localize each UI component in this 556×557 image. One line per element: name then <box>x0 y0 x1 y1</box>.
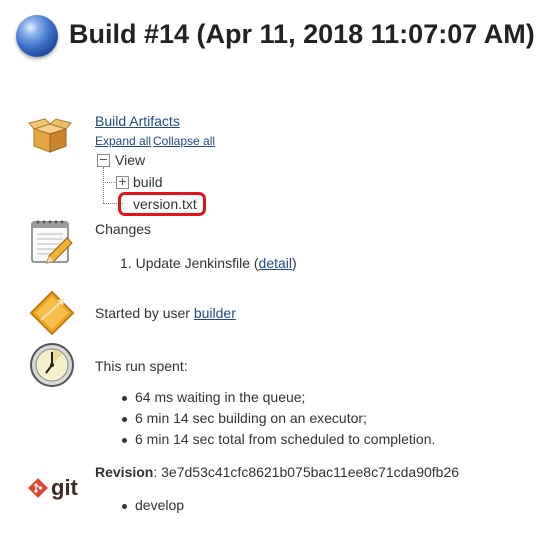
build-artifacts-link[interactable]: Build Artifacts <box>95 113 180 129</box>
tree-line <box>103 167 105 203</box>
collapse-all-link[interactable]: Collapse all <box>153 134 215 148</box>
git-logo-icon: git <box>28 477 78 499</box>
change-item-number: 1. <box>120 255 132 271</box>
expand-all-link[interactable]: Expand all <box>95 134 151 148</box>
revision-label: Revision <box>95 464 154 480</box>
changes-heading: Changes <box>95 221 152 237</box>
clock-icon <box>29 342 75 388</box>
branch-item: develop <box>121 495 184 516</box>
change-item-close: ) <box>292 255 297 271</box>
change-item: 1. Update Jenkinsfile (detail) <box>120 255 297 271</box>
collapse-toggle-icon[interactable]: − <box>97 154 110 167</box>
branch-list: develop <box>121 495 184 516</box>
tree-line <box>103 182 116 183</box>
tree-node-build[interactable]: build <box>133 174 163 190</box>
change-item-text: Update Jenkinsfile ( <box>135 255 259 271</box>
tree-node-view[interactable]: View <box>115 152 145 168</box>
highlight-annotation <box>118 192 206 216</box>
started-by-text: Started by user <box>95 305 194 321</box>
builder-user-link[interactable]: builder <box>194 305 236 321</box>
change-detail-link[interactable]: detail <box>259 255 292 271</box>
revision-line: Revision: 3e7d53c41cfc8621b075bac11ee8c7… <box>95 464 459 480</box>
timing-item-executor: 6 min 14 sec building on an executor; <box>121 408 435 429</box>
timing-list: 64 ms waiting in the queue; 6 min 14 sec… <box>121 387 435 450</box>
expand-toggle-icon[interactable]: + <box>116 176 129 189</box>
timing-item-total: 6 min 14 sec total from scheduled to com… <box>121 429 435 450</box>
build-status-ball-icon <box>16 15 58 57</box>
timing-item-queue: 64 ms waiting in the queue; <box>121 387 435 408</box>
started-by-line: Started by user builder <box>95 305 236 321</box>
user-trigger-icon <box>27 290 77 336</box>
package-icon <box>28 115 72 155</box>
timing-heading: This run spent: <box>95 358 188 374</box>
git-logo-text: git <box>51 475 78 500</box>
revision-value: : 3e7d53c41cfc8621b075bac11ee8c71cda90fb… <box>153 464 460 480</box>
page-title: Build #14 (Apr 11, 2018 11:07:07 AM) <box>69 19 535 49</box>
notepad-icon <box>29 217 75 265</box>
